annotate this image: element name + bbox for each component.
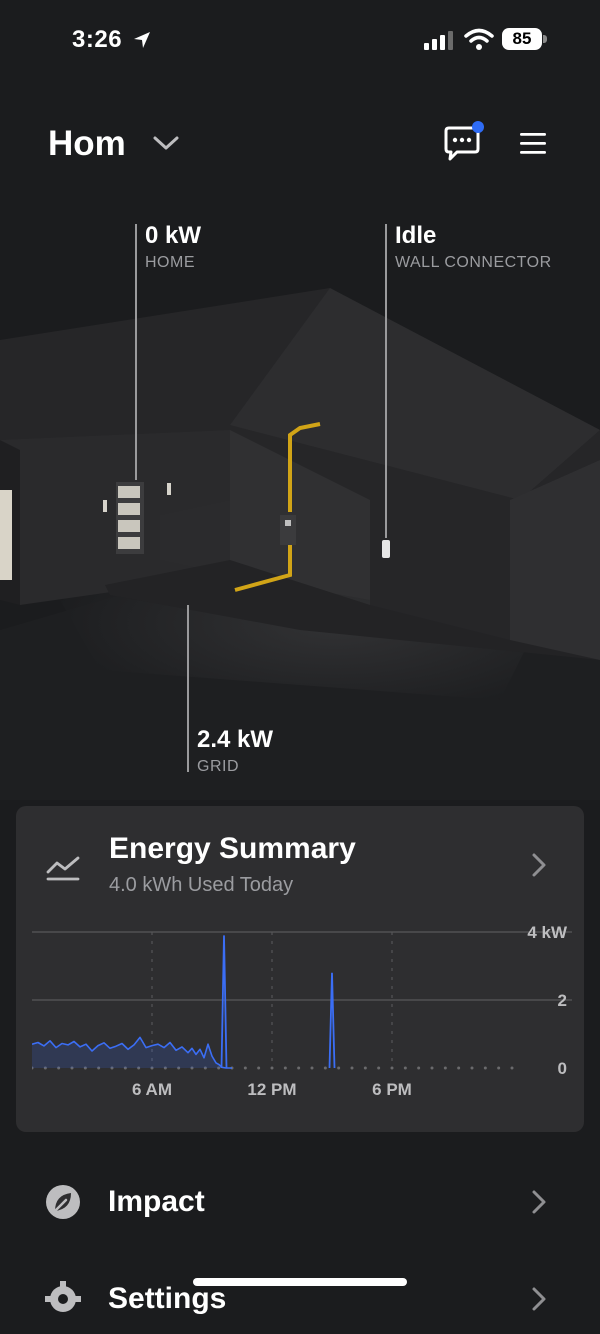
wall-connector-callout[interactable]: Idle WALL CONNECTOR bbox=[395, 222, 552, 272]
series-spike bbox=[328, 972, 336, 1069]
baseline-dot bbox=[257, 1066, 261, 1070]
location-arrow-icon bbox=[134, 32, 150, 48]
list-item-label: Settings bbox=[108, 1282, 227, 1315]
battery-tip bbox=[543, 35, 547, 43]
home-flow-callout[interactable]: 0 kW HOME bbox=[145, 222, 201, 272]
baseline-dot bbox=[483, 1066, 487, 1070]
grid-power-value: 2.4 kW bbox=[197, 726, 274, 753]
status-bar: 3:26 85 bbox=[0, 0, 600, 80]
wifi-icon bbox=[464, 28, 494, 50]
energy-summary-card[interactable]: Energy Summary 4.0 kWh Used Today 4 kW 2 0… bbox=[16, 806, 584, 1132]
baseline-dot bbox=[337, 1066, 341, 1070]
list-item-impact[interactable]: Impact bbox=[0, 1167, 600, 1237]
baseline-dot bbox=[470, 1066, 474, 1070]
baseline-dot bbox=[403, 1066, 407, 1070]
cellular-signal-icon bbox=[424, 31, 453, 50]
trend-chart-icon bbox=[46, 856, 80, 881]
baseline-dot bbox=[510, 1066, 514, 1070]
battery-indicator: 85 bbox=[502, 28, 542, 50]
baseline-dot bbox=[323, 1066, 327, 1070]
baseline-dot bbox=[310, 1066, 314, 1070]
series-spike bbox=[220, 935, 228, 1069]
baseline-dot bbox=[430, 1066, 434, 1070]
baseline-dot bbox=[443, 1066, 447, 1070]
x-tick-label: 6 PM bbox=[372, 1080, 412, 1099]
home-indicator bbox=[193, 1278, 407, 1286]
x-tick-label: 6 AM bbox=[132, 1080, 172, 1099]
house-illustration bbox=[0, 224, 600, 800]
baseline-dot bbox=[270, 1066, 274, 1070]
leaf-icon bbox=[46, 1185, 80, 1219]
baseline-dot bbox=[363, 1066, 367, 1070]
list-item-settings[interactable]: Settings bbox=[0, 1264, 600, 1334]
wall-connector-label: WALL CONNECTOR bbox=[395, 254, 552, 271]
site-title[interactable]: Hom bbox=[48, 124, 126, 164]
chevron-right-icon[interactable] bbox=[530, 852, 548, 878]
baseline-dot bbox=[243, 1066, 247, 1070]
notification-dot bbox=[472, 121, 484, 133]
x-tick-label: 12 PM bbox=[247, 1080, 296, 1099]
header: Hom bbox=[0, 110, 600, 180]
energy-summary-subtitle: 4.0 kWh Used Today bbox=[109, 874, 294, 896]
home-power-value: 0 kW bbox=[145, 222, 202, 249]
list-item-label: Impact bbox=[108, 1185, 205, 1218]
baseline-dot bbox=[497, 1066, 501, 1070]
wall-connector-status: Idle bbox=[395, 222, 437, 249]
hamburger-menu-icon[interactable] bbox=[518, 130, 548, 156]
baseline-dot bbox=[297, 1066, 301, 1070]
baseline-dot bbox=[283, 1066, 287, 1070]
y-tick-label: 2 bbox=[558, 991, 567, 1010]
energy-summary-title: Energy Summary bbox=[109, 832, 356, 865]
baseline-dot bbox=[390, 1066, 394, 1070]
baseline-dot bbox=[457, 1066, 461, 1070]
status-time: 3:26 bbox=[72, 26, 123, 53]
energy-usage-chart[interactable]: 4 kW 2 0 6 AM 12 PM 6 PM bbox=[32, 922, 572, 1102]
grid-power-label: GRID bbox=[197, 758, 239, 775]
chevron-right-icon bbox=[532, 1287, 546, 1311]
chevron-down-icon[interactable] bbox=[152, 132, 180, 154]
baseline-dot bbox=[350, 1066, 354, 1070]
gear-icon bbox=[45, 1281, 81, 1312]
grid-flow-callout[interactable]: 2.4 kW GRID bbox=[197, 726, 273, 776]
y-tick-label: 0 bbox=[558, 1059, 567, 1078]
chevron-right-icon bbox=[532, 1190, 546, 1214]
baseline-dot bbox=[417, 1066, 421, 1070]
home-power-label: HOME bbox=[145, 254, 195, 271]
baseline-dot bbox=[377, 1066, 381, 1070]
y-tick-label: 4 kW bbox=[527, 923, 568, 942]
